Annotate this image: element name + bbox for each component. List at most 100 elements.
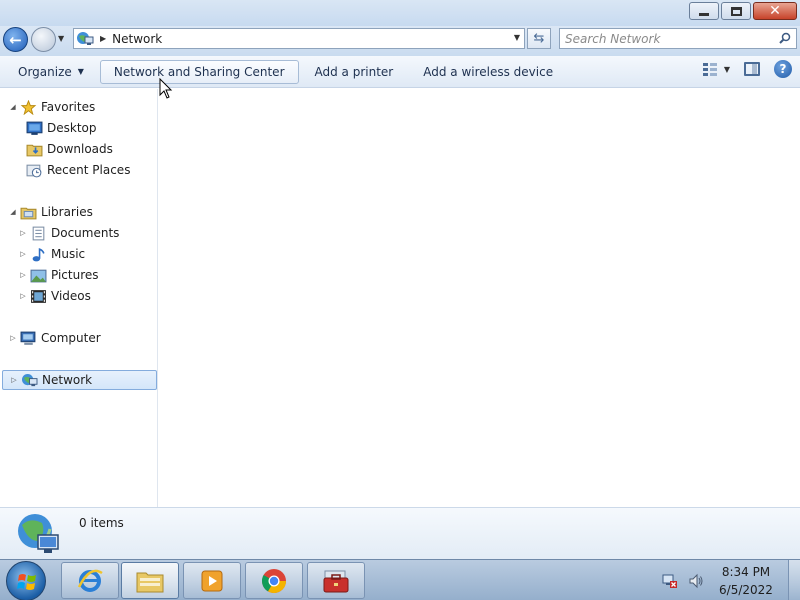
window-controls: ✕ bbox=[689, 2, 797, 20]
close-icon: ✕ bbox=[769, 3, 781, 19]
expanded-arrow-icon[interactable]: ◢ bbox=[8, 208, 18, 216]
restore-button[interactable] bbox=[721, 2, 751, 20]
navigation-pane: ◢ Favorites Desktop Downloads Recent Pla… bbox=[0, 89, 158, 507]
star-icon bbox=[20, 99, 37, 115]
recent-places-icon bbox=[26, 164, 42, 177]
tree-desktop[interactable]: Desktop bbox=[24, 118, 97, 138]
search-box[interactable] bbox=[559, 28, 797, 49]
toolbox-icon bbox=[323, 570, 349, 592]
pictures-label: Pictures bbox=[51, 268, 99, 282]
start-button[interactable] bbox=[6, 561, 46, 600]
tree-computer[interactable]: ▷ Computer bbox=[8, 328, 101, 348]
add-wireless-device-button[interactable]: Add a wireless device bbox=[413, 60, 563, 84]
collapsed-arrow-icon[interactable]: ▷ bbox=[18, 229, 28, 237]
tree-recent-places[interactable]: Recent Places bbox=[24, 160, 130, 180]
desktop-icon bbox=[26, 121, 43, 135]
taskbar-chrome[interactable] bbox=[245, 562, 303, 599]
tree-network[interactable]: ▷ Network bbox=[2, 370, 157, 390]
network-status-icon[interactable] bbox=[662, 573, 678, 589]
tree-videos[interactable]: ▷ Videos bbox=[18, 286, 91, 306]
back-arrow-icon: ← bbox=[9, 30, 22, 49]
command-bar-right: ▼ ? bbox=[702, 60, 792, 78]
windows-logo-icon bbox=[17, 574, 36, 590]
minimize-button[interactable] bbox=[689, 2, 719, 20]
music-label: Music bbox=[51, 247, 86, 261]
collapsed-arrow-icon[interactable]: ▷ bbox=[18, 271, 28, 279]
address-bar[interactable]: ▶ Network ▼ bbox=[73, 28, 525, 49]
show-desktop-button[interactable] bbox=[788, 560, 800, 600]
computer-label: Computer bbox=[41, 331, 101, 345]
refresh-icon: ⇆ bbox=[533, 31, 545, 46]
videos-icon bbox=[31, 289, 46, 303]
add-printer-label: Add a printer bbox=[314, 64, 394, 79]
search-icon[interactable] bbox=[779, 32, 791, 44]
back-button[interactable]: ← bbox=[3, 27, 28, 52]
file-list-area[interactable] bbox=[159, 89, 800, 507]
forward-button[interactable] bbox=[31, 27, 56, 52]
network-icon bbox=[22, 373, 38, 386]
media-player-icon bbox=[201, 570, 223, 591]
chevron-down-icon: ▼ bbox=[77, 67, 84, 76]
network-sharing-label: Network and Sharing Center bbox=[113, 64, 285, 79]
tree-downloads[interactable]: Downloads bbox=[24, 139, 113, 159]
system-tray: 8:34 PM 6/5/2022 bbox=[662, 560, 800, 600]
taskbar: 8:34 PM 6/5/2022 bbox=[0, 559, 800, 600]
tree-music[interactable]: ▷ Music bbox=[18, 244, 85, 264]
internet-explorer-icon bbox=[77, 569, 103, 592]
restore-icon bbox=[730, 6, 742, 16]
breadcrumb-separator-icon[interactable]: ▶ bbox=[100, 34, 106, 43]
documents-label: Documents bbox=[51, 226, 120, 240]
title-bar: ✕ bbox=[0, 0, 800, 26]
help-icon[interactable]: ? bbox=[774, 60, 792, 78]
libraries-label: Libraries bbox=[41, 205, 93, 219]
close-button[interactable]: ✕ bbox=[753, 2, 797, 20]
taskbar-internet-explorer[interactable] bbox=[61, 562, 119, 599]
command-bar: Organize ▼ Network and Sharing Center Add… bbox=[0, 56, 800, 88]
network-sharing-center-button[interactable]: Network and Sharing Center bbox=[99, 59, 299, 84]
downloads-icon bbox=[26, 144, 43, 156]
change-view-icon[interactable] bbox=[702, 62, 718, 76]
expanded-arrow-icon[interactable]: ◢ bbox=[8, 103, 18, 111]
taskbar-media-player[interactable] bbox=[183, 562, 241, 599]
tree-favorites[interactable]: ◢ Favorites bbox=[8, 97, 95, 117]
details-pane: 0 items bbox=[0, 507, 800, 559]
organize-button[interactable]: Organize ▼ bbox=[8, 60, 94, 84]
refresh-button[interactable]: ⇆ bbox=[527, 28, 551, 49]
network-icon bbox=[77, 31, 94, 45]
collapsed-arrow-icon[interactable]: ▷ bbox=[18, 292, 28, 300]
file-explorer-icon bbox=[136, 572, 164, 592]
search-input[interactable] bbox=[560, 29, 770, 48]
taskbar-toolbox[interactable] bbox=[307, 562, 365, 599]
libraries-icon bbox=[20, 207, 37, 219]
collapsed-arrow-icon[interactable]: ▷ bbox=[9, 376, 19, 384]
minimize-icon bbox=[699, 12, 709, 16]
chrome-icon bbox=[261, 568, 286, 593]
network-label: Network bbox=[42, 373, 93, 387]
recent-pages-dropdown[interactable]: ▼ bbox=[58, 34, 68, 44]
computer-icon bbox=[20, 331, 36, 345]
volume-icon[interactable] bbox=[688, 573, 704, 589]
favorites-label: Favorites bbox=[41, 100, 96, 114]
breadcrumb-network[interactable]: Network bbox=[112, 32, 162, 46]
organize-label: Organize bbox=[18, 64, 72, 79]
address-row: ← ▼ ▶ Network ▼ ⇆ bbox=[0, 26, 800, 56]
desktop-label: Desktop bbox=[47, 121, 97, 135]
add-printer-button[interactable]: Add a printer bbox=[305, 60, 404, 84]
collapsed-arrow-icon[interactable]: ▷ bbox=[18, 250, 28, 258]
collapsed-arrow-icon[interactable]: ▷ bbox=[8, 334, 18, 342]
tree-pictures[interactable]: ▷ Pictures bbox=[18, 265, 99, 285]
view-options-dropdown-icon[interactable]: ▼ bbox=[724, 65, 730, 74]
videos-label: Videos bbox=[51, 289, 91, 303]
music-icon bbox=[32, 247, 45, 261]
tree-documents[interactable]: ▷ Documents bbox=[18, 223, 119, 243]
taskbar-file-explorer[interactable] bbox=[121, 562, 179, 599]
item-count: 0 items bbox=[79, 516, 124, 530]
preview-pane-icon[interactable] bbox=[744, 62, 760, 76]
recent-places-label: Recent Places bbox=[47, 163, 131, 177]
clock[interactable]: 8:34 PM 6/5/2022 bbox=[714, 563, 778, 599]
tree-libraries[interactable]: ◢ Libraries bbox=[8, 202, 93, 222]
address-dropdown-icon[interactable]: ▼ bbox=[514, 33, 520, 42]
mouse-cursor-icon bbox=[159, 78, 173, 99]
downloads-label: Downloads bbox=[47, 142, 113, 156]
documents-icon bbox=[32, 226, 45, 240]
